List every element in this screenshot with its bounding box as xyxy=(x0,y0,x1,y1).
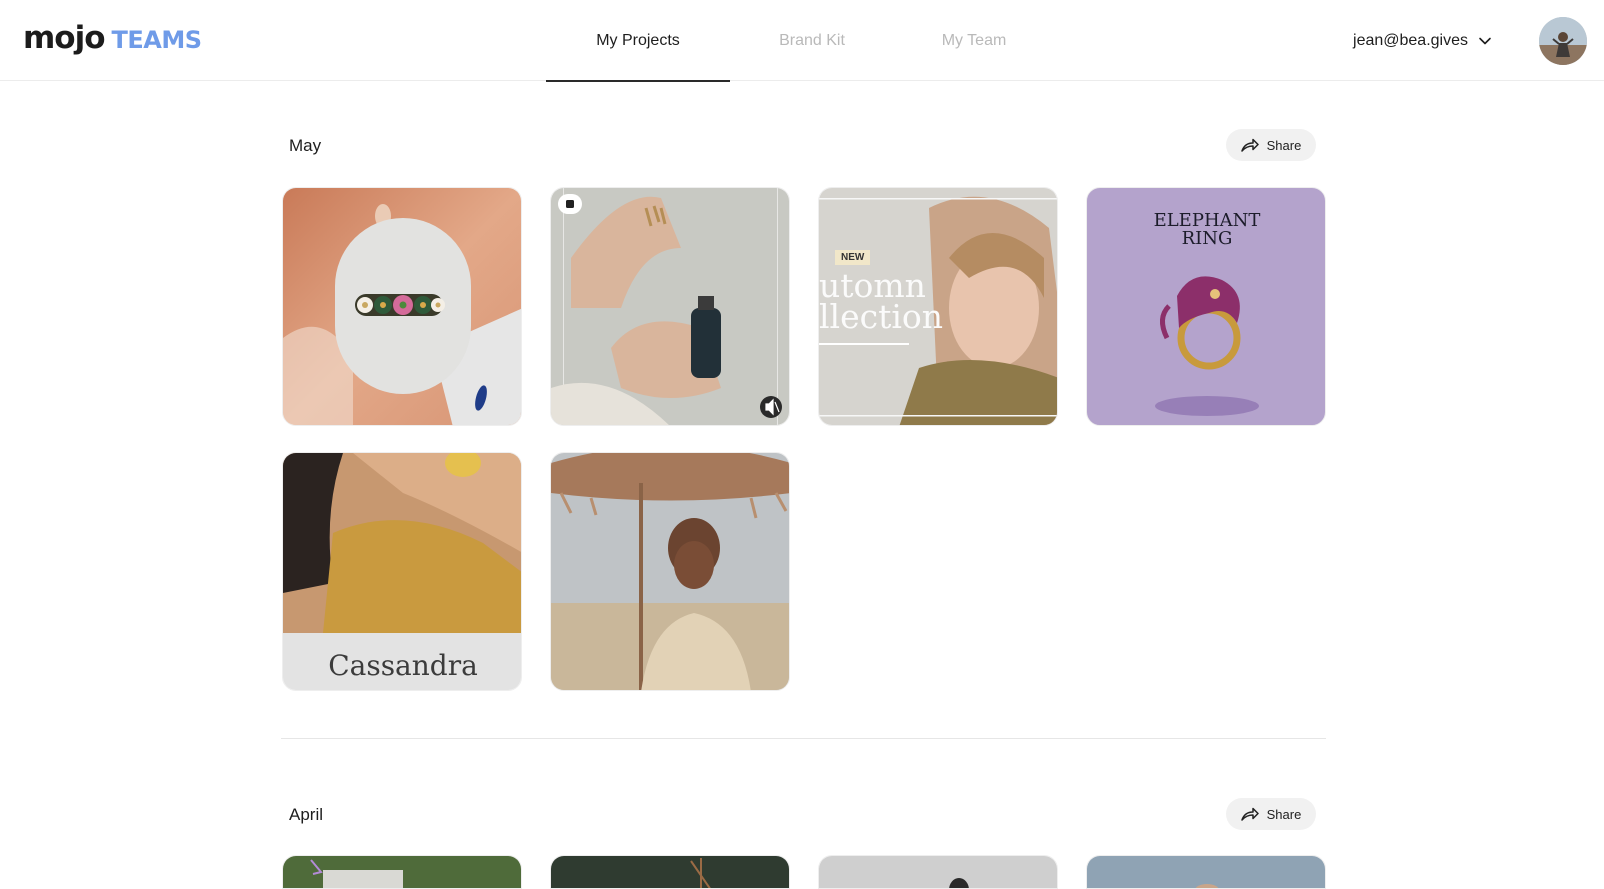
autumn-underline xyxy=(819,343,909,345)
project-card-serum[interactable] xyxy=(550,187,790,426)
tab-brand-kit[interactable]: Brand Kit xyxy=(730,0,894,81)
share-label: Share xyxy=(1266,137,1302,153)
project-card-earring[interactable] xyxy=(282,187,522,426)
elephant-ring-image xyxy=(1155,276,1259,416)
project-thumbnail xyxy=(551,453,789,690)
share-label: Share xyxy=(1266,806,1302,822)
chevron-down-icon xyxy=(1479,37,1491,45)
new-badge: NEW xyxy=(835,250,871,265)
project-card-april-4[interactable] xyxy=(1086,855,1326,889)
user-email: jean@bea.gives xyxy=(1353,32,1468,49)
logo-teams-text: TEAMS xyxy=(111,26,203,54)
project-card-april-1[interactable] xyxy=(282,855,522,889)
project-thumbnail xyxy=(551,856,789,888)
section-divider xyxy=(281,738,1326,739)
tab-my-team[interactable]: My Team xyxy=(894,0,1054,81)
main-nav: My Projects Brand Kit My Team xyxy=(546,0,1054,82)
project-thumbnail xyxy=(1087,856,1325,888)
project-card-umbrella[interactable] xyxy=(550,452,790,691)
project-card-autumn-collection[interactable]: NEW utomn llection xyxy=(818,187,1058,426)
user-menu[interactable]: jean@bea.gives xyxy=(1353,32,1492,50)
project-thumbnail xyxy=(551,188,789,425)
project-thumbnail xyxy=(283,188,521,425)
copy-icon xyxy=(566,200,574,208)
share-arrow-icon xyxy=(1240,807,1259,821)
project-card-cassandra[interactable]: Cassandra xyxy=(282,452,522,691)
user-avatar[interactable] xyxy=(1539,17,1587,65)
share-button-april[interactable]: Share xyxy=(1226,798,1316,830)
cassandra-caption: Cassandra xyxy=(328,649,478,682)
project-card-april-2[interactable] xyxy=(550,855,790,889)
project-card-april-3[interactable] xyxy=(818,855,1058,889)
project-card-elephant-ring[interactable]: ELEPHANT RING xyxy=(1086,187,1326,426)
logo[interactable]: mojo TEAMS xyxy=(23,20,202,56)
logo-mojo-text: mojo xyxy=(23,20,106,56)
share-button-may[interactable]: Share xyxy=(1226,129,1316,161)
project-thumbnail xyxy=(819,856,1057,888)
top-header: mojo TEAMS My Projects Brand Kit My Team… xyxy=(0,0,1604,82)
project-thumbnail xyxy=(283,856,521,888)
avatar-image xyxy=(1539,17,1587,65)
share-arrow-icon xyxy=(1240,138,1259,152)
autumn-title: utomn llection xyxy=(819,269,944,336)
autumn-title-line2: llection xyxy=(819,297,944,336)
section-title-may: May xyxy=(289,136,322,155)
section-title-april: April xyxy=(289,805,324,824)
tab-my-projects[interactable]: My Projects xyxy=(546,0,730,82)
